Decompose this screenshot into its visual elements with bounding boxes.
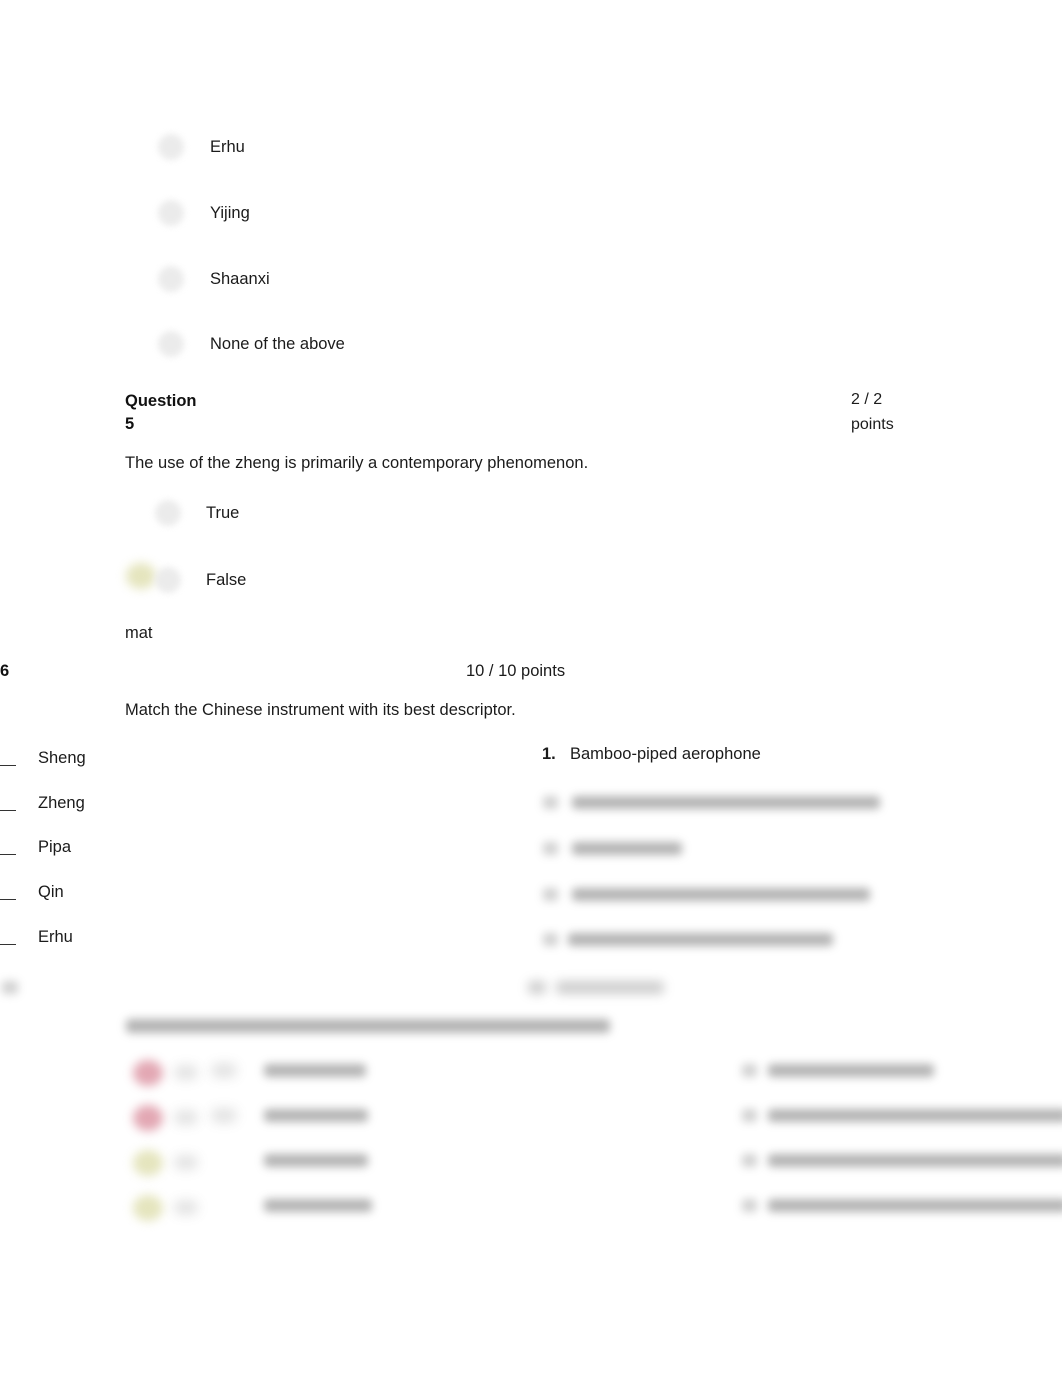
correct-answer-marker-icon xyxy=(133,1195,163,1221)
match-item-qin[interactable]: _ Qin xyxy=(0,879,64,905)
answer-option-none-of-the-above[interactable]: None of the above xyxy=(158,327,345,361)
match-descriptor-label xyxy=(568,933,833,946)
match-descriptor-label: Bamboo-piped aerophone xyxy=(570,745,761,763)
match-item-label: Qin xyxy=(38,882,64,901)
descriptor-label-blurred xyxy=(768,1199,1062,1212)
question-5-heading-word: Question xyxy=(125,392,197,410)
radio-button-icon[interactable] xyxy=(155,500,181,526)
correct-answer-marker-icon xyxy=(126,563,156,589)
text-fragment: mat xyxy=(125,624,153,642)
answer-option-label: Yijing xyxy=(210,204,250,222)
answer-option-shaanxi[interactable]: Shaanxi xyxy=(158,262,270,296)
descriptor-number-blurred xyxy=(742,1154,757,1167)
answer-blank[interactable] xyxy=(0,796,16,811)
row-blank-blurred xyxy=(175,1111,197,1124)
answer-option-yijing[interactable]: Yijing xyxy=(158,196,250,230)
match-descriptor-label xyxy=(572,888,870,901)
row-label-blurred xyxy=(264,1199,372,1212)
match-descriptor-1[interactable]: 1. Bamboo-piped aerophone xyxy=(542,745,761,771)
match-descriptor-label xyxy=(572,842,682,855)
question-number-blurred xyxy=(2,981,18,994)
match-item-pipa[interactable]: _ Pipa xyxy=(0,834,71,860)
answer-option-label: True xyxy=(206,504,240,522)
question-6-number: 6 xyxy=(0,662,10,680)
answer-blank[interactable] xyxy=(0,930,16,945)
question-5-points-score: 2 / 2 xyxy=(851,391,883,408)
question-5-points-label: points xyxy=(851,416,894,433)
answer-option-label: Erhu xyxy=(210,138,245,156)
descriptor-number-blurred xyxy=(742,1199,757,1212)
incorrect-answer-marker-icon xyxy=(133,1060,163,1086)
radio-button-icon[interactable] xyxy=(158,266,184,292)
match-item-sheng[interactable]: _ Sheng xyxy=(0,745,86,771)
descriptor-number-blurred xyxy=(742,1109,757,1122)
answer-option-false[interactable]: False xyxy=(155,563,246,597)
radio-button-icon[interactable] xyxy=(158,134,184,160)
match-item-label: Pipa xyxy=(38,837,72,856)
answer-option-true[interactable]: True xyxy=(155,496,239,530)
match-descriptor-number: 1. xyxy=(542,745,556,763)
answer-option-erhu[interactable]: Erhu xyxy=(158,130,245,164)
answer-blank[interactable] xyxy=(0,885,16,900)
descriptor-number-blurred xyxy=(742,1064,757,1077)
match-descriptor-number xyxy=(543,933,558,946)
row-blank-blurred xyxy=(175,1066,197,1079)
quiz-results-page: Erhu Yijing Shaanxi None of the above Qu… xyxy=(0,0,1062,1376)
answer-option-label: None of the above xyxy=(210,335,345,353)
match-item-zheng[interactable]: _ Zheng xyxy=(0,790,85,816)
correct-answer-marker-icon xyxy=(133,1150,163,1176)
points-score-blurred xyxy=(528,981,546,994)
answer-blank[interactable] xyxy=(0,751,16,766)
match-descriptor-number xyxy=(543,842,558,855)
match-descriptor-number xyxy=(543,796,558,809)
match-item-erhu[interactable]: _ Erhu xyxy=(0,924,73,950)
descriptor-label-blurred xyxy=(768,1154,1062,1167)
answer-option-label: Shaanxi xyxy=(210,270,270,288)
descriptor-label-blurred xyxy=(768,1064,934,1077)
match-item-label: Erhu xyxy=(38,927,73,946)
row-label-blurred xyxy=(264,1109,368,1122)
match-item-label: Zheng xyxy=(38,793,85,812)
radio-button-icon[interactable] xyxy=(158,200,184,226)
match-descriptor-label xyxy=(572,796,880,809)
descriptor-label-blurred xyxy=(768,1109,1062,1122)
row-blank-blurred xyxy=(175,1156,197,1169)
row-answer-blurred xyxy=(212,1109,236,1122)
row-answer-blurred xyxy=(212,1064,236,1077)
answer-blank[interactable] xyxy=(0,840,16,855)
question-prompt-blurred xyxy=(126,1019,610,1033)
question-6-points: 10 / 10 points xyxy=(466,662,566,680)
row-label-blurred xyxy=(264,1064,366,1077)
answer-option-label: False xyxy=(206,571,247,589)
row-blank-blurred xyxy=(175,1201,197,1214)
question-6-prompt: Match the Chinese instrument with its be… xyxy=(125,701,516,719)
radio-button-icon[interactable] xyxy=(158,331,184,357)
points-label-blurred xyxy=(556,981,664,994)
match-item-label: Sheng xyxy=(38,748,86,767)
radio-button-icon[interactable] xyxy=(155,567,181,593)
row-label-blurred xyxy=(264,1154,368,1167)
question-5-prompt: The use of the zheng is primarily a cont… xyxy=(125,454,589,472)
incorrect-answer-marker-icon xyxy=(133,1105,163,1131)
question-5-heading-number: 5 xyxy=(125,415,135,433)
match-descriptor-number xyxy=(543,888,558,901)
